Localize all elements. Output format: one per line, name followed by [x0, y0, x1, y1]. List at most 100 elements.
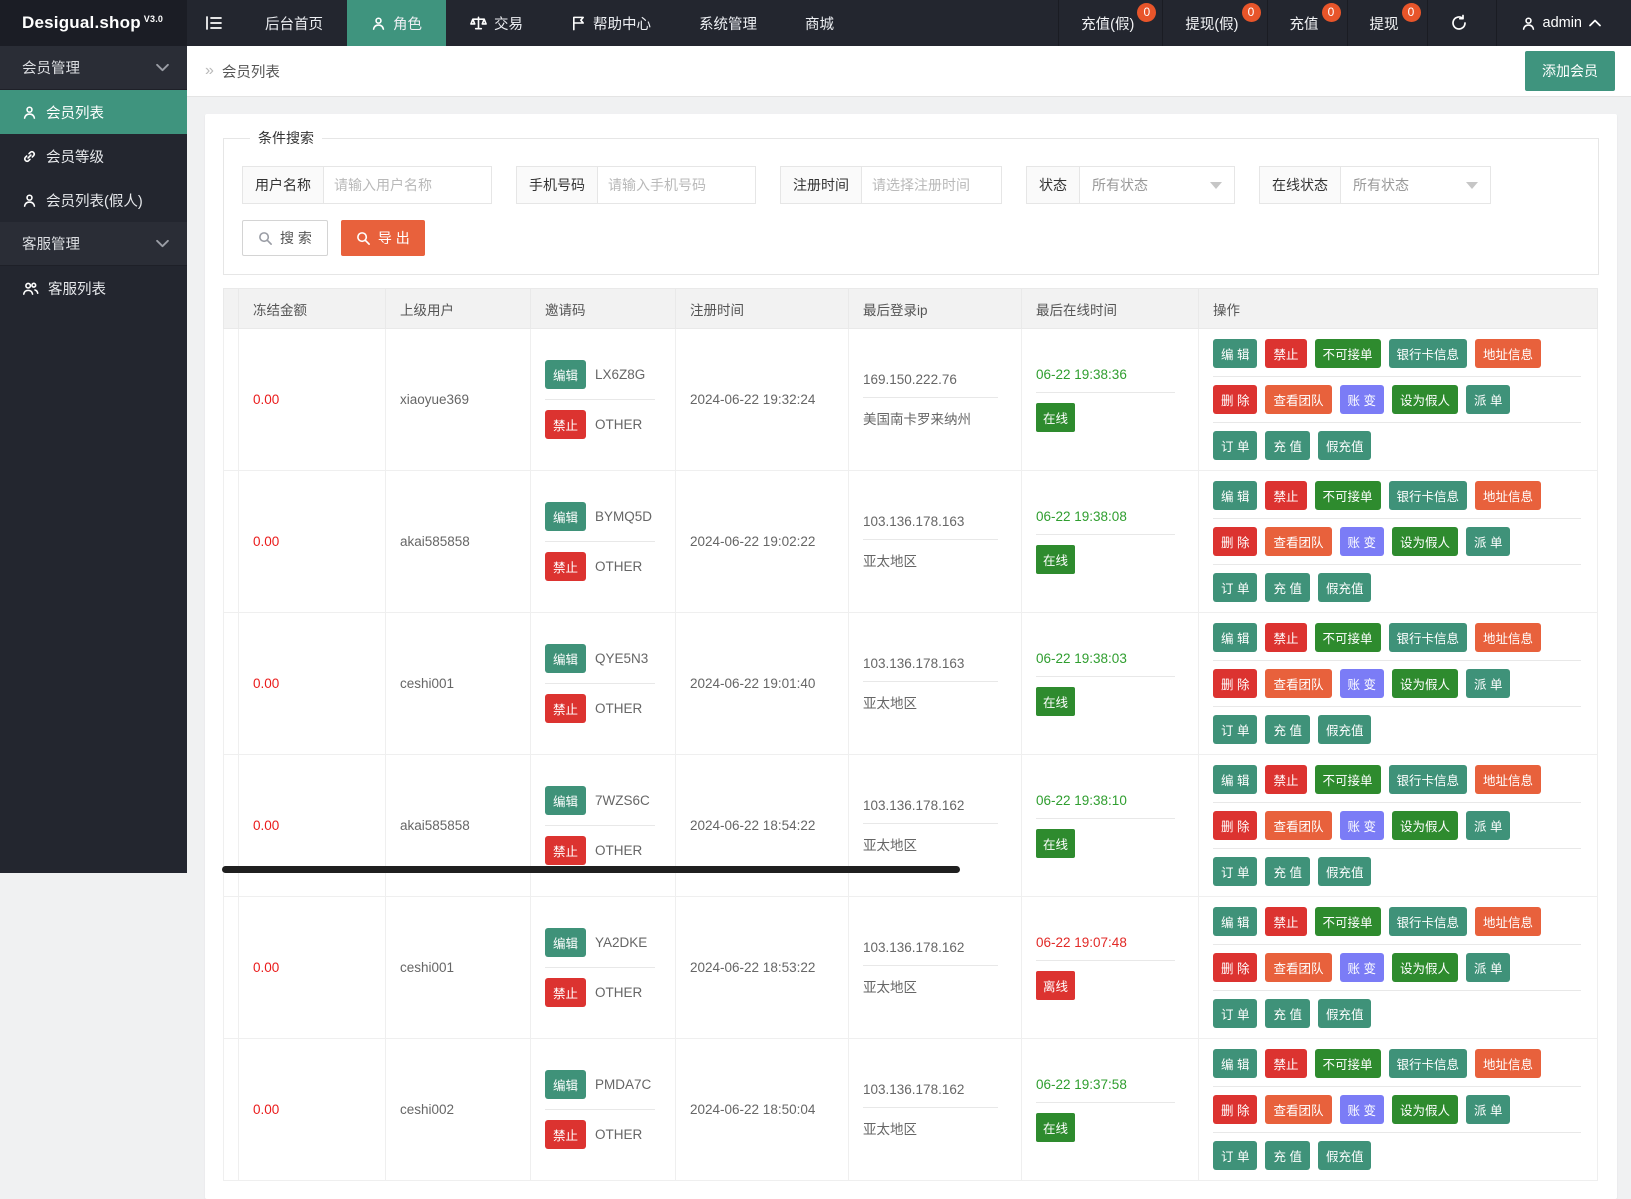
- invite-edit-button[interactable]: 编辑: [545, 1070, 586, 1099]
- action-ban-button[interactable]: 禁止: [1265, 907, 1306, 936]
- action-dispatch-button[interactable]: 派 单: [1466, 1095, 1510, 1124]
- action-fake-recharge-button[interactable]: 假充值: [1318, 715, 1372, 744]
- sidebar-item-member-list-fake[interactable]: 会员列表(假人): [0, 178, 187, 222]
- nav-item-withdraw-fake[interactable]: 提现(假) 0: [1162, 0, 1266, 46]
- invite-ban-button[interactable]: 禁止: [545, 978, 586, 1007]
- nav-item-dashboard[interactable]: 后台首页: [241, 0, 347, 46]
- action-view-team-button[interactable]: 查看团队: [1265, 385, 1331, 414]
- invite-ban-button[interactable]: 禁止: [545, 694, 586, 723]
- action-no-order-button[interactable]: 不可接单: [1315, 1049, 1381, 1078]
- action-dispatch-button[interactable]: 派 单: [1466, 953, 1510, 982]
- action-account-change-button[interactable]: 账 变: [1340, 1095, 1384, 1124]
- action-no-order-button[interactable]: 不可接单: [1315, 339, 1381, 368]
- action-orders-button[interactable]: 订 单: [1213, 431, 1257, 460]
- action-view-team-button[interactable]: 查看团队: [1265, 527, 1331, 556]
- search-button[interactable]: 搜 索: [242, 220, 328, 256]
- invite-edit-button[interactable]: 编辑: [545, 360, 586, 389]
- action-edit-button[interactable]: 编 辑: [1213, 623, 1257, 652]
- action-bank-card-info-button[interactable]: 银行卡信息: [1389, 765, 1468, 794]
- action-orders-button[interactable]: 订 单: [1213, 999, 1257, 1028]
- nav-item-recharge-fake[interactable]: 充值(假) 0: [1058, 0, 1162, 46]
- action-edit-button[interactable]: 编 辑: [1213, 765, 1257, 794]
- refresh-button[interactable]: [1427, 0, 1496, 46]
- action-recharge-button[interactable]: 充 值: [1265, 715, 1309, 744]
- action-bank-card-info-button[interactable]: 银行卡信息: [1389, 481, 1468, 510]
- action-bank-card-info-button[interactable]: 银行卡信息: [1389, 1049, 1468, 1078]
- action-address-info-button[interactable]: 地址信息: [1475, 907, 1541, 936]
- action-bank-card-info-button[interactable]: 银行卡信息: [1389, 623, 1468, 652]
- action-ban-button[interactable]: 禁止: [1265, 765, 1306, 794]
- action-view-team-button[interactable]: 查看团队: [1265, 811, 1331, 840]
- action-recharge-button[interactable]: 充 值: [1265, 999, 1309, 1028]
- action-delete-button[interactable]: 删 除: [1213, 1095, 1257, 1124]
- action-fake-recharge-button[interactable]: 假充值: [1318, 857, 1372, 886]
- action-recharge-button[interactable]: 充 值: [1265, 573, 1309, 602]
- action-account-change-button[interactable]: 账 变: [1340, 527, 1384, 556]
- action-edit-button[interactable]: 编 辑: [1213, 339, 1257, 368]
- nav-item-recharge[interactable]: 充值 0: [1267, 0, 1347, 46]
- action-set-fake-button[interactable]: 设为假人: [1392, 811, 1458, 840]
- action-no-order-button[interactable]: 不可接单: [1315, 765, 1381, 794]
- action-bank-card-info-button[interactable]: 银行卡信息: [1389, 339, 1468, 368]
- invite-edit-button[interactable]: 编辑: [545, 502, 586, 531]
- action-edit-button[interactable]: 编 辑: [1213, 907, 1257, 936]
- action-edit-button[interactable]: 编 辑: [1213, 481, 1257, 510]
- nav-item-system[interactable]: 系统管理: [675, 0, 781, 46]
- action-dispatch-button[interactable]: 派 单: [1466, 669, 1510, 698]
- nav-item-withdraw[interactable]: 提现 0: [1347, 0, 1427, 46]
- export-button[interactable]: 导 出: [341, 220, 425, 256]
- action-ban-button[interactable]: 禁止: [1265, 339, 1306, 368]
- action-view-team-button[interactable]: 查看团队: [1265, 953, 1331, 982]
- action-account-change-button[interactable]: 账 变: [1340, 811, 1384, 840]
- action-fake-recharge-button[interactable]: 假充值: [1318, 1141, 1372, 1170]
- action-fake-recharge-button[interactable]: 假充值: [1318, 999, 1372, 1028]
- action-delete-button[interactable]: 删 除: [1213, 385, 1257, 414]
- sidebar-item-member-level[interactable]: 会员等级: [0, 134, 187, 178]
- invite-edit-button[interactable]: 编辑: [545, 644, 586, 673]
- action-view-team-button[interactable]: 查看团队: [1265, 669, 1331, 698]
- action-bank-card-info-button[interactable]: 银行卡信息: [1389, 907, 1468, 936]
- action-set-fake-button[interactable]: 设为假人: [1392, 1095, 1458, 1124]
- invite-edit-button[interactable]: 编辑: [545, 786, 586, 815]
- action-recharge-button[interactable]: 充 值: [1265, 857, 1309, 886]
- action-account-change-button[interactable]: 账 变: [1340, 669, 1384, 698]
- action-fake-recharge-button[interactable]: 假充值: [1318, 573, 1372, 602]
- action-address-info-button[interactable]: 地址信息: [1475, 765, 1541, 794]
- sidebar-collapse-icon[interactable]: [187, 0, 241, 46]
- action-no-order-button[interactable]: 不可接单: [1315, 623, 1381, 652]
- action-dispatch-button[interactable]: 派 单: [1466, 527, 1510, 556]
- action-view-team-button[interactable]: 查看团队: [1265, 1095, 1331, 1124]
- invite-ban-button[interactable]: 禁止: [545, 836, 586, 865]
- action-delete-button[interactable]: 删 除: [1213, 953, 1257, 982]
- online-status-select[interactable]: 所有状态: [1341, 166, 1491, 204]
- action-delete-button[interactable]: 删 除: [1213, 669, 1257, 698]
- add-member-button[interactable]: 添加会员: [1525, 51, 1615, 91]
- action-set-fake-button[interactable]: 设为假人: [1392, 527, 1458, 556]
- action-fake-recharge-button[interactable]: 假充值: [1318, 431, 1372, 460]
- invite-ban-button[interactable]: 禁止: [545, 552, 586, 581]
- action-orders-button[interactable]: 订 单: [1213, 573, 1257, 602]
- sidebar-section-service-management[interactable]: 客服管理: [0, 222, 187, 266]
- action-address-info-button[interactable]: 地址信息: [1475, 339, 1541, 368]
- action-set-fake-button[interactable]: 设为假人: [1392, 669, 1458, 698]
- action-address-info-button[interactable]: 地址信息: [1475, 481, 1541, 510]
- action-ban-button[interactable]: 禁止: [1265, 481, 1306, 510]
- brand-logo[interactable]: Desigual.shop V3.0: [0, 0, 187, 46]
- action-orders-button[interactable]: 订 单: [1213, 857, 1257, 886]
- action-edit-button[interactable]: 编 辑: [1213, 1049, 1257, 1078]
- action-account-change-button[interactable]: 账 变: [1340, 953, 1384, 982]
- status-select[interactable]: 所有状态: [1080, 166, 1235, 204]
- action-orders-button[interactable]: 订 单: [1213, 1141, 1257, 1170]
- register-time-input[interactable]: [862, 166, 1002, 204]
- sidebar-item-member-list[interactable]: 会员列表: [0, 90, 187, 134]
- user-menu[interactable]: admin: [1496, 0, 1631, 46]
- action-delete-button[interactable]: 删 除: [1213, 811, 1257, 840]
- sidebar-section-member-management[interactable]: 会员管理: [0, 46, 187, 90]
- action-no-order-button[interactable]: 不可接单: [1315, 907, 1381, 936]
- action-orders-button[interactable]: 订 单: [1213, 715, 1257, 744]
- action-dispatch-button[interactable]: 派 单: [1466, 385, 1510, 414]
- action-delete-button[interactable]: 删 除: [1213, 527, 1257, 556]
- action-set-fake-button[interactable]: 设为假人: [1392, 385, 1458, 414]
- nav-item-roles[interactable]: 角色: [347, 0, 446, 46]
- sidebar-item-service-list[interactable]: 客服列表: [0, 266, 187, 310]
